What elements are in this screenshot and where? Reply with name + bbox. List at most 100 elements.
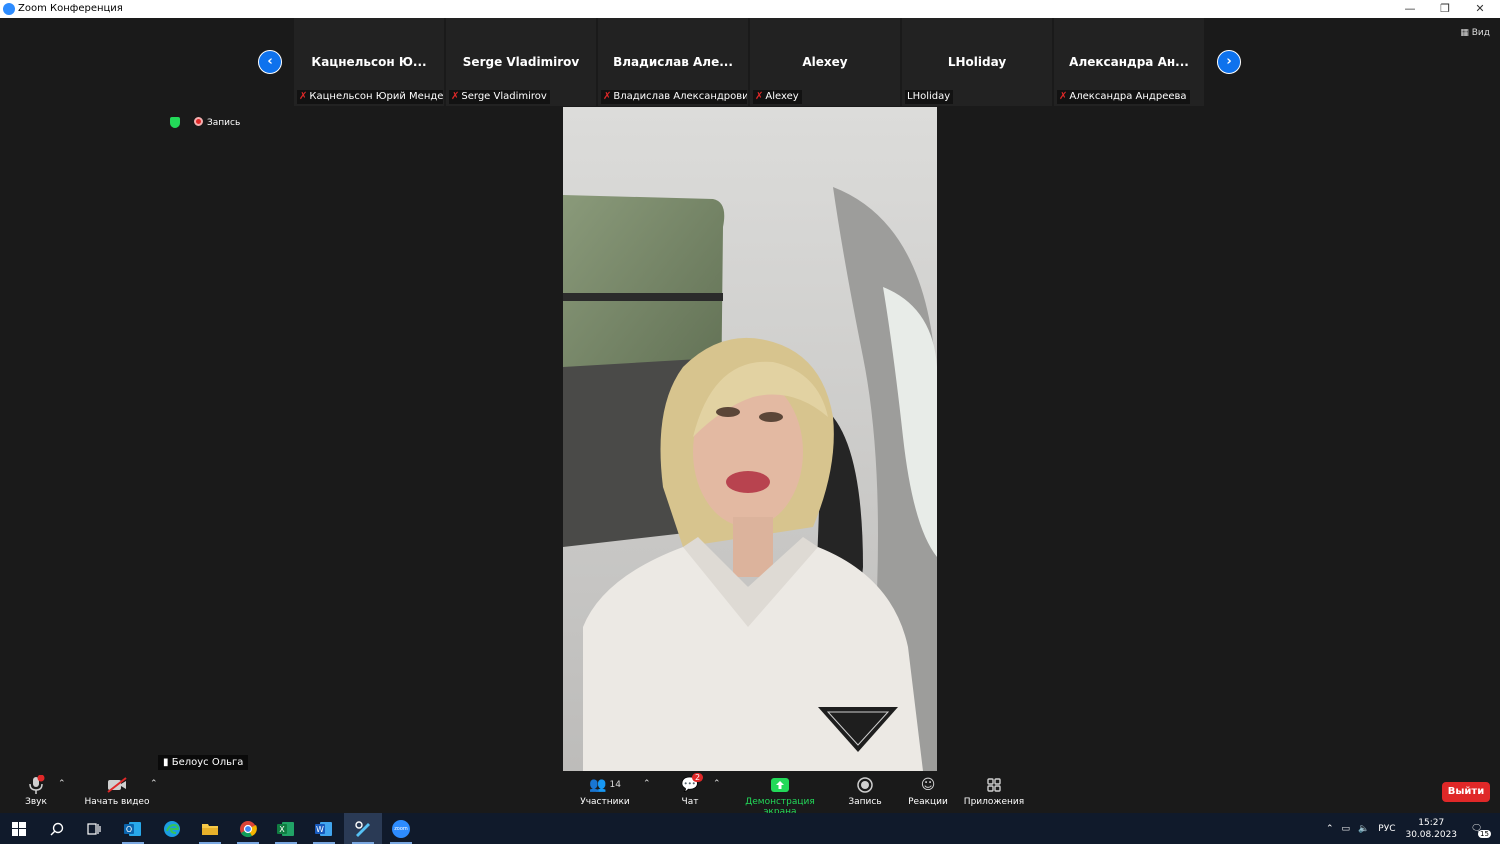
windows-taskbar: O X W zoom ⌃ ▭ 🔈 РУС 15:27 30.08.2023 🗨 1…	[0, 813, 1500, 844]
participants-icon: 👥	[589, 777, 607, 793]
window-titlebar: Zoom Конференция — ❐ ✕	[0, 0, 1500, 18]
snipping-tool-icon[interactable]	[344, 813, 382, 844]
chrome-icon[interactable]	[229, 813, 267, 844]
word-icon[interactable]: W	[305, 813, 343, 844]
windows-start-icon[interactable]	[0, 813, 38, 844]
mic-muted-icon: ✗	[299, 91, 308, 102]
share-screen-icon	[728, 773, 832, 797]
audio-label: Звук	[25, 797, 47, 807]
mic-muted-icon: ✗	[1059, 91, 1068, 102]
participants-label: Участники	[580, 797, 630, 807]
system-tray: ⌃ ▭ 🔈 РУС 15:27 30.08.2023 🗨 15	[1326, 813, 1491, 844]
recording-label: Запись	[207, 118, 241, 128]
search-icon[interactable]	[38, 813, 76, 844]
record-dot-icon	[194, 117, 203, 126]
window-title: Zoom Конференция	[18, 3, 123, 14]
participant-big-name: Serge Vladimirov	[462, 55, 580, 69]
chat-label: Чат	[681, 797, 699, 807]
svg-text:W: W	[316, 825, 324, 834]
volume-icon[interactable]: 🔈	[1358, 824, 1369, 834]
file-explorer-icon[interactable]	[191, 813, 229, 844]
chevron-right-icon: ›	[1226, 54, 1232, 69]
video-options-caret-icon[interactable]: ⌃	[150, 779, 158, 789]
participant-label: ✗ Александра Андреева	[1057, 90, 1190, 104]
speaker-name-tag: ▮ Белоус Ольга	[158, 755, 249, 770]
participant-label: LHoliday	[905, 90, 954, 104]
participant-label: ✗ Serge Vladimirov	[449, 90, 550, 104]
reactions-button[interactable]: ☺ Реакции	[906, 773, 950, 813]
clock-date: 30.08.2023	[1405, 829, 1458, 840]
zoom-logo-icon	[3, 3, 15, 15]
notifications-count: 15	[1478, 829, 1491, 838]
mic-muted-icon: ✗	[451, 91, 460, 102]
participant-tile[interactable]: Александра Ан... ✗ Александра Андреева	[1054, 18, 1204, 106]
share-screen-button[interactable]: Демонстрация экрана	[728, 773, 832, 817]
grid-view-icon: ▦	[1460, 28, 1469, 38]
svg-text:O: O	[126, 825, 132, 834]
mic-muted-icon	[18, 773, 54, 797]
chat-options-caret-icon[interactable]: ⌃	[713, 779, 721, 789]
minimize-icon[interactable]: —	[1392, 1, 1428, 17]
chat-button[interactable]: 💬 2 Чат	[672, 773, 708, 813]
audio-button[interactable]: Звук	[18, 773, 54, 813]
participant-tile[interactable]: Serge Vladimirov ✗ Serge Vladimirov	[446, 18, 596, 106]
participant-big-name: Alexey	[802, 55, 848, 69]
participant-tile[interactable]: Владислав Але... ✗ Владислав Александрови…	[598, 18, 748, 106]
network-icon[interactable]: ▭	[1342, 824, 1351, 834]
view-label: Вид	[1471, 28, 1490, 38]
participant-tile[interactable]: Alexey ✗ Alexey	[750, 18, 900, 106]
close-icon[interactable]: ✕	[1462, 1, 1498, 17]
participant-label: ✗Владислав Александрович...	[601, 90, 747, 104]
video-label: Начать видео	[84, 797, 150, 807]
view-button[interactable]: ▦ Вид	[1460, 28, 1490, 38]
strip-next-button[interactable]: ›	[1217, 50, 1241, 74]
restore-icon[interactable]: ❐	[1427, 1, 1463, 17]
clock[interactable]: 15:27 30.08.2023	[1405, 817, 1457, 841]
language-indicator[interactable]: РУС	[1378, 824, 1395, 834]
strip-prev-button[interactable]: ‹	[258, 50, 282, 74]
active-speaker-video	[563, 107, 937, 771]
meeting-stage: ▦ Вид ‹ › Кацнельсон Ю... ✗ Кацнельсон Юр…	[0, 18, 1500, 773]
participant-tile[interactable]: Кацнельсон Ю... ✗ Кацнельсон Юрий Менде..…	[294, 18, 444, 106]
mic-muted-icon: ✗	[603, 91, 612, 102]
participants-strip: Кацнельсон Ю... ✗ Кацнельсон Юрий Менде..…	[294, 18, 1204, 106]
record-label: Запись	[848, 797, 882, 807]
record-button[interactable]: Запись	[845, 773, 885, 813]
show-hidden-icons-icon[interactable]: ⌃	[1326, 824, 1334, 834]
notifications-icon[interactable]: 🗨 15	[1471, 824, 1491, 838]
audio-options-caret-icon[interactable]: ⌃	[58, 779, 66, 789]
zoom-icon[interactable]: zoom	[382, 813, 420, 844]
outlook-icon[interactable]: O	[114, 813, 152, 844]
participants-button[interactable]: 👥 14 Участники	[578, 773, 632, 813]
svg-text:X: X	[279, 825, 285, 834]
speaker-video-frame	[563, 107, 937, 771]
reactions-smiley-icon: ☺	[920, 777, 936, 793]
recording-indicator[interactable]: Запись	[194, 117, 240, 128]
participant-label: ✗ Alexey	[753, 90, 802, 104]
mic-muted-icon: ✗	[755, 91, 764, 102]
clock-time: 15:27	[1418, 817, 1445, 828]
participants-count: 14	[609, 780, 621, 790]
leave-meeting-button[interactable]: Выйти	[1442, 782, 1490, 802]
task-view-icon[interactable]	[75, 813, 113, 844]
participant-big-name: Владислав Але...	[613, 55, 733, 69]
zoom-taskbar-label: zoom	[394, 825, 408, 832]
reactions-label: Реакции	[908, 797, 948, 807]
excel-icon[interactable]: X	[267, 813, 305, 844]
chevron-left-icon: ‹	[267, 54, 273, 69]
signal-strength-icon: ▮	[163, 757, 169, 768]
participant-big-name: LHoliday	[947, 55, 1007, 69]
encryption-shield-icon[interactable]	[170, 117, 180, 128]
apps-button[interactable]: Приложения	[962, 773, 1026, 813]
participant-big-name: Кацнельсон Ю...	[311, 55, 427, 69]
meeting-toolbar: Звук ⌃ Начать видео ⌃ 👥 14 Участники ⌃ 💬…	[0, 773, 1500, 817]
record-icon	[845, 773, 885, 797]
chat-badge: 2	[692, 773, 704, 782]
apps-icon	[962, 773, 1026, 797]
participants-options-caret-icon[interactable]: ⌃	[643, 779, 651, 789]
participant-tile[interactable]: LHoliday LHoliday	[902, 18, 1052, 106]
edge-icon[interactable]	[153, 813, 191, 844]
start-video-button[interactable]: Начать видео	[84, 773, 150, 813]
apps-label: Приложения	[963, 797, 1025, 807]
video-off-icon	[84, 773, 150, 797]
